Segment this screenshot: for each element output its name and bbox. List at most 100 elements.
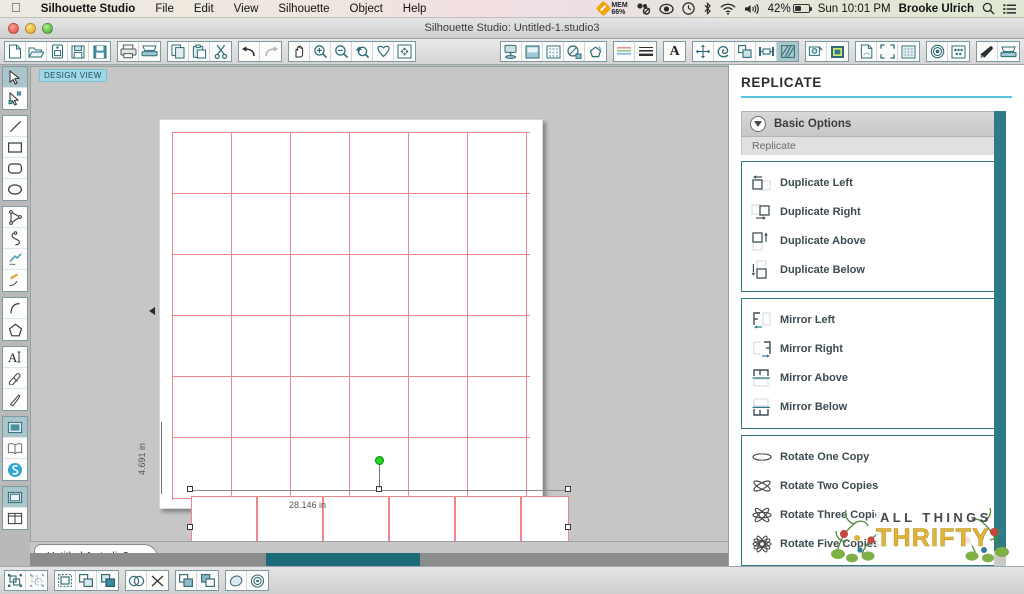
cutting-page[interactable] [159,119,543,509]
text-tool[interactable]: A [3,347,27,368]
ellipse-tool[interactable] [3,179,27,200]
rounded-rectangle-tool[interactable] [3,158,27,179]
zoom-out-button[interactable] [331,42,352,61]
save-as-button[interactable] [89,42,110,61]
offset-button[interactable] [777,42,798,61]
trace-button[interactable] [806,42,827,61]
grid-button[interactable] [898,42,919,61]
clock-icon[interactable] [681,2,695,15]
duplicate-below-option[interactable]: Duplicate Below [742,255,1005,284]
release-compound-button[interactable] [147,571,168,590]
sketch-button[interactable] [827,42,848,61]
mirror-left-option[interactable]: Mirror Left [742,305,1005,334]
eye-icon[interactable] [659,3,674,15]
smooth-freehand-tool[interactable] [3,270,27,291]
ungroup-button[interactable] [26,571,47,590]
fill-color-button[interactable] [522,42,543,61]
group-button[interactable] [5,571,26,590]
zoom-selection-button[interactable] [352,42,373,61]
horizontal-scroll-thumb[interactable] [266,553,420,566]
redo-button[interactable] [260,42,281,61]
battery-status[interactable]: 42% [768,3,812,15]
library-tool[interactable] [3,438,27,459]
save-button[interactable] [68,42,89,61]
send-to-silhouette-button[interactable] [139,42,160,61]
fill-pattern-button[interactable] [543,42,564,61]
selected-object-group[interactable] [187,456,571,541]
mirror-below-option[interactable]: Mirror Below [742,392,1005,421]
page-tools-button[interactable] [856,42,877,61]
menu-item-silhouette-studio[interactable]: Silhouette Studio [31,3,146,15]
current-user[interactable]: Brooke Ulrich [899,3,974,15]
print-and-cut-button[interactable] [927,42,948,61]
open-recent-button[interactable] [47,42,68,61]
fit-to-window-button[interactable] [373,42,394,61]
offset-button[interactable] [226,571,247,590]
line-thickness-button[interactable] [635,42,656,61]
transform-button[interactable] [693,42,714,61]
duplicate-left-option[interactable]: Duplicate Left [742,168,1005,197]
pan-tool-button[interactable] [289,42,310,61]
design-view-tool[interactable] [3,417,27,438]
fill-gradient-button[interactable] [564,42,585,61]
cut-button[interactable] [210,42,231,61]
registration-marks-button[interactable] [877,42,898,61]
zoom-extents-button[interactable] [394,42,415,61]
curve-tool[interactable] [3,228,27,249]
open-document-button[interactable] [26,42,47,61]
store-tool[interactable] [3,459,27,480]
apple-logo-icon[interactable]:  [9,1,31,16]
menu-item-help[interactable]: Help [393,3,437,15]
mirror-right-option[interactable]: Mirror Right [742,334,1005,363]
regular-polygon-tool[interactable] [3,319,27,340]
sync-icon[interactable] [636,2,651,15]
send-to-back-button[interactable] [97,571,118,590]
weld-button[interactable] [126,571,147,590]
zoom-in-button[interactable] [310,42,331,61]
rotate-one-copy-option[interactable]: Rotate One Copy [742,442,1005,471]
text-style-button[interactable]: A [664,42,685,61]
page-setup-button[interactable] [501,42,522,61]
replicate-button[interactable] [714,42,735,61]
pixscan-button[interactable] [948,42,969,61]
modify-button[interactable] [756,42,777,61]
paste-button[interactable] [189,42,210,61]
clock-datetime[interactable]: Sun 10:01 PM [818,3,891,15]
basic-options-section-header[interactable]: Basic Options [741,111,1006,137]
line-tool[interactable] [3,116,27,137]
rectangle-tool[interactable] [3,137,27,158]
resize-handle-top-left[interactable] [187,486,193,492]
internal-offset-button[interactable] [247,571,268,590]
notification-list-icon[interactable] [1003,3,1017,15]
menu-item-file[interactable]: File [145,3,184,15]
print-button[interactable] [118,42,139,61]
make-compound-path-button[interactable] [176,571,197,590]
menu-item-edit[interactable]: Edit [184,3,224,15]
split-view-tool[interactable] [3,508,27,529]
release-path-button[interactable] [197,571,218,590]
line-style-button[interactable] [614,42,635,61]
send-backward-button[interactable] [76,571,97,590]
resize-handle-middle-right[interactable] [565,524,571,530]
new-document-button[interactable] [5,42,26,61]
resize-handle-middle-left[interactable] [187,524,193,530]
freehand-tool[interactable] [3,249,27,270]
undo-button[interactable] [239,42,260,61]
knife-tool[interactable] [3,389,27,410]
volume-icon[interactable] [744,3,760,15]
cut-settings-button[interactable] [977,42,998,61]
menu-item-object[interactable]: Object [340,3,393,15]
search-icon[interactable] [982,2,995,15]
eraser-tool[interactable] [3,368,27,389]
bring-to-front-button[interactable] [55,571,76,590]
panel-scroll-thumb[interactable] [994,111,1006,551]
rotate-handle[interactable] [375,456,384,465]
line-color-button[interactable] [585,42,606,61]
page-view-tool[interactable] [3,487,27,508]
resize-handle-top-right[interactable] [565,486,571,492]
menu-item-silhouette[interactable]: Silhouette [268,3,339,15]
align-button[interactable] [735,42,756,61]
polygon-tool[interactable] [3,207,27,228]
edit-points-tool[interactable] [3,88,27,109]
arc-tool[interactable] [3,298,27,319]
